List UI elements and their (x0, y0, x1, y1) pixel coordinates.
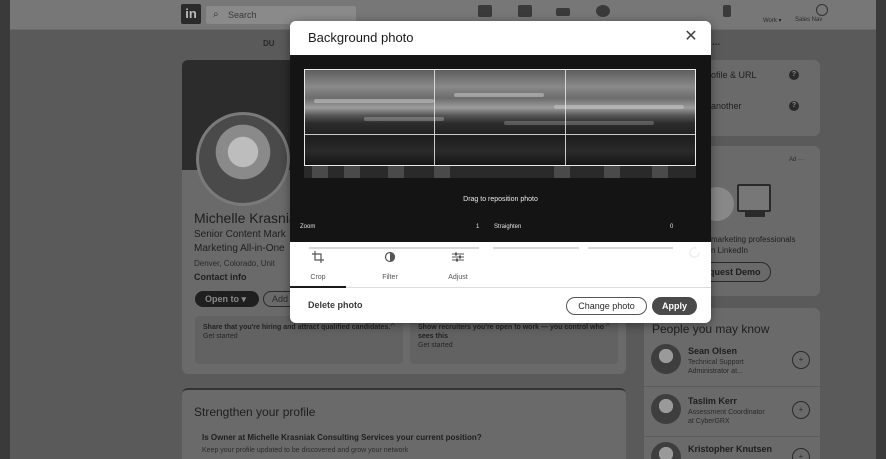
open-to-work-title: Show recruiters you're open to work — yo… (418, 324, 605, 340)
tab-adjust-label: Adjust (448, 274, 468, 281)
pier-post (554, 166, 570, 178)
person-name[interactable]: Kristopher Knutsen (688, 444, 772, 454)
avatar[interactable] (651, 344, 681, 374)
close-icon[interactable]: ✕ (683, 29, 699, 45)
pier-post (312, 166, 328, 178)
profile-headline-1: Senior Content Mark (194, 229, 286, 240)
contact-info-link[interactable]: Contact info (194, 272, 247, 282)
linkedin-logo[interactable]: in (181, 4, 201, 24)
zoom-label: Zoom (300, 224, 316, 230)
divider (644, 386, 820, 387)
tab-filter[interactable]: Filter (362, 242, 418, 288)
delete-photo-button[interactable]: Delete photo (308, 300, 363, 310)
crop-icon (312, 251, 324, 263)
pier-post (344, 166, 360, 178)
hiring-card[interactable]: Share that you're hiring and attract qua… (195, 316, 403, 364)
avatar[interactable] (651, 394, 681, 424)
person-title: Technical Support (688, 359, 744, 366)
dialog-footer: Delete photo Change photo Apply (290, 288, 711, 323)
connect-icon[interactable]: + (792, 448, 810, 459)
collapse-icon[interactable]: ^ (391, 322, 395, 331)
hiring-card-cta[interactable]: Get started (203, 333, 238, 340)
filter-icon (384, 251, 396, 263)
connect-icon[interactable]: + (792, 401, 810, 419)
home-icon[interactable] (478, 5, 492, 17)
pymk-title: People you may know (652, 322, 770, 336)
tab-crop[interactable]: Crop (290, 242, 346, 288)
straighten-label: Straighten (494, 224, 522, 230)
pier-post (434, 166, 450, 178)
strengthen-subtitle: Keep your profile updated to be discover… (202, 447, 409, 454)
person-name[interactable]: Taslim Kerr (688, 396, 737, 406)
crop-frame[interactable] (304, 69, 696, 166)
sales-nav-icon[interactable] (816, 4, 828, 16)
pier-post (388, 166, 404, 178)
left-gutter (0, 0, 10, 459)
search-icon: ⌕ (213, 9, 219, 20)
profile-tab-fragment: DU (263, 39, 275, 48)
right-gutter (876, 0, 886, 459)
dialog-header: Background photo ✕ (290, 21, 711, 55)
monitor-icon (737, 184, 771, 212)
search-placeholder: Search (228, 10, 257, 20)
background-photo-dialog: Background photo ✕ Drag to reposition ph… (290, 21, 711, 323)
profile-url-link[interactable]: ofile & URL (711, 70, 757, 80)
profile-name: Michelle Krasnia (194, 210, 297, 226)
straighten-value: 0 (670, 224, 674, 230)
sales-nav-link[interactable]: Sales Nav (795, 17, 822, 23)
adjust-icon (452, 252, 464, 262)
help-icon[interactable]: ? (789, 101, 799, 111)
apply-button[interactable]: Apply (652, 297, 697, 315)
more-fragment: ... (712, 37, 721, 48)
tab-adjust[interactable]: Adjust (430, 242, 486, 288)
ad-text-2: n LinkedIn (711, 246, 748, 255)
ad-label: Ad ··· (789, 157, 804, 163)
help-icon[interactable]: ? (789, 70, 799, 80)
profile-location: Denver, Colorado, Unit (194, 259, 275, 268)
open-to-button[interactable]: Open to ▾ (195, 291, 259, 307)
zoom-value: 1 (476, 224, 480, 230)
profile-headline-2: Marketing All-in-One (194, 243, 285, 254)
open-to-work-card[interactable]: Show recruiters you're open to work — yo… (410, 316, 618, 364)
drag-hint: Drag to reposition photo (463, 196, 538, 203)
edit-tools: Crop Filter Adjust (290, 242, 711, 288)
open-to-work-cta[interactable]: Get started (418, 342, 453, 349)
dialog-title: Background photo (308, 30, 414, 45)
messaging-icon[interactable] (596, 5, 610, 17)
strengthen-question: Is Owner at Michelle Krasniak Consulting… (202, 433, 482, 442)
connect-icon[interactable]: + (792, 351, 810, 369)
profile-avatar[interactable] (196, 112, 290, 206)
hiring-card-title: Share that you're hiring and attract qua… (203, 324, 391, 331)
person-title: Administrator at... (688, 368, 743, 375)
photo-overflow-strip (304, 166, 696, 178)
person-name[interactable]: Sean Olsen (688, 346, 737, 356)
work-menu[interactable]: Work ▾ (763, 17, 782, 24)
another-language-link[interactable]: another (711, 101, 742, 111)
monitor-stand (745, 212, 765, 217)
change-photo-button[interactable]: Change photo (566, 297, 647, 315)
divider (644, 436, 820, 437)
network-icon[interactable] (518, 5, 532, 17)
strengthen-title: Strengthen your profile (194, 405, 316, 419)
collapse-icon[interactable]: ^ (606, 322, 610, 331)
ad-text-1: marketing professionals (711, 235, 796, 244)
person-title: Assessment Coordinator (688, 409, 765, 416)
tab-filter-label: Filter (382, 274, 398, 281)
person-title: at CyberGRX (688, 418, 730, 425)
pier-post (604, 166, 620, 178)
tab-crop-label: Crop (310, 274, 326, 281)
pier-post (652, 166, 668, 178)
jobs-icon[interactable] (556, 8, 570, 16)
photo-editor: Drag to reposition photo Zoom 1 Straight… (290, 55, 711, 258)
notifications-icon[interactable] (723, 5, 731, 17)
